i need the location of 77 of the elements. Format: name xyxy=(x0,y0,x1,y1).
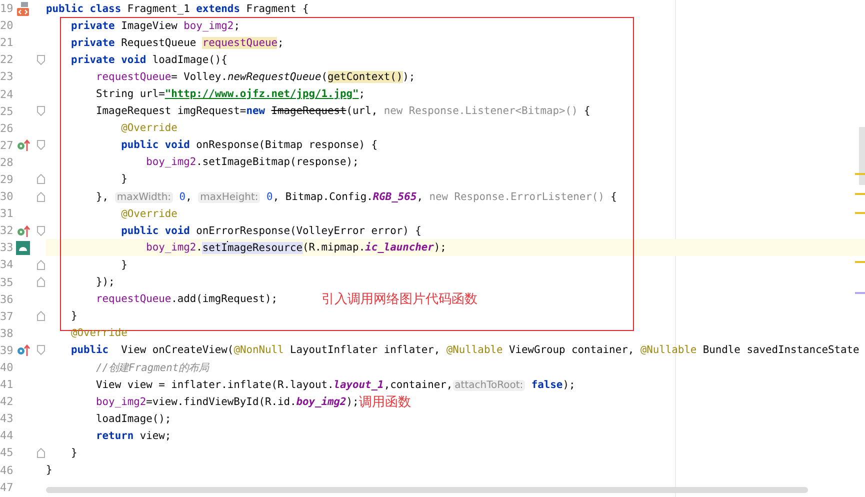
fold-icon[interactable] xyxy=(37,311,45,322)
horizontal-scrollbar[interactable] xyxy=(46,487,808,493)
fold-icon[interactable] xyxy=(37,277,45,288)
line-number: 26 xyxy=(0,122,13,135)
fold-icon[interactable] xyxy=(37,226,45,236)
line-number: 25 xyxy=(0,104,13,118)
line-number: 19 xyxy=(0,2,13,16)
code-line: @Override xyxy=(70,327,128,340)
code-line: return view; xyxy=(95,430,172,442)
code-line: public class Fragment_1 extends Fragment { xyxy=(46,2,309,15)
fold-icon[interactable] xyxy=(37,54,45,65)
fold-icon[interactable] xyxy=(37,106,45,116)
line-number: 32 xyxy=(0,224,13,238)
code-line: } xyxy=(46,464,52,476)
code-line: private void loadImage(){ xyxy=(70,54,228,66)
code-line: //创建Fragment的布局 xyxy=(95,360,209,375)
override-icon[interactable] xyxy=(16,138,30,152)
line-number: 29 xyxy=(0,172,13,186)
code-line: @Override xyxy=(120,208,178,220)
code-line: private RequestQueue requestQueue; xyxy=(70,36,284,49)
code-line: public View onCreateView(@NonNull LayoutInflater inflater, @Nullable ViewGroup container, @Nullable Bundle savedInstanceState xyxy=(70,344,860,356)
line-number: 47 xyxy=(0,480,13,494)
line-number: 23 xyxy=(0,70,13,84)
fold-icon[interactable] xyxy=(37,345,45,356)
line-number: 27 xyxy=(0,138,13,152)
fold-icon[interactable] xyxy=(37,174,45,184)
line-number: 24 xyxy=(0,88,13,101)
line-number: 37 xyxy=(0,310,13,323)
line-number: 34 xyxy=(0,258,13,272)
line-number: 31 xyxy=(0,207,13,220)
line-number: 41 xyxy=(0,378,13,392)
code-line: }); xyxy=(95,276,115,288)
annotation-note: 调用函数 xyxy=(358,394,411,411)
class-icon[interactable] xyxy=(16,2,30,16)
code-line: ImageRequest imgRequest=new ImageRequest(url, new Response.Listener<Bitmap>() { xyxy=(95,105,590,118)
code-line: public void onResponse(Bitmap response) { xyxy=(120,139,378,152)
code-line: } xyxy=(120,258,128,271)
implements-icon[interactable] xyxy=(16,343,30,358)
code-line: loadImage(); xyxy=(95,412,172,425)
line-number: 21 xyxy=(0,36,13,50)
override-icon[interactable] xyxy=(16,224,30,238)
code-line: boy_img2.setImageBitmap(response); xyxy=(145,156,359,168)
line-number: 42 xyxy=(0,395,13,408)
annotation-note: 引入调用网络图片代码函数 xyxy=(321,291,478,308)
code-line: }, maxWidth: 0, maxHeight: 0, Bitmap.Config.RGB_565, new Response.ErrorListener() { xyxy=(95,190,617,203)
code-line: String url="http://www.ojfz.net/jpg/1.jpg"; xyxy=(95,88,366,100)
fold-icon[interactable] xyxy=(37,260,45,270)
code-line: boy_img2.setImageResource(R.mipmap.ic_launcher); xyxy=(145,241,446,254)
line-number: 40 xyxy=(0,361,13,374)
vertical-scrollbar[interactable] xyxy=(859,127,865,185)
code-line: } xyxy=(70,446,78,459)
code-line: private ImageView boy_img2; xyxy=(70,20,240,32)
line-number: 44 xyxy=(0,429,13,442)
line-number: 30 xyxy=(0,190,13,204)
line-number: 36 xyxy=(0,292,13,306)
code-line: View view = inflater.inflate(R.layout.layout_1,container, attachToRoot: false); xyxy=(95,378,576,391)
line-number: 39 xyxy=(0,344,13,357)
line-number: 45 xyxy=(0,446,13,460)
line-number: 43 xyxy=(0,412,13,426)
line-number: 46 xyxy=(0,464,13,477)
line-number: 35 xyxy=(0,276,13,289)
line-number: 22 xyxy=(0,53,13,66)
line-number: 33 xyxy=(0,241,13,254)
fold-icon[interactable] xyxy=(37,448,45,458)
fold-icon[interactable] xyxy=(37,192,45,202)
code-line: public void onErrorResponse(VolleyError error) { xyxy=(120,224,422,237)
code-line: requestQueue= Volley.newRequestQueue(getContext()); xyxy=(95,70,416,83)
line-number: 28 xyxy=(0,156,13,169)
code-line: requestQueue.add(imgRequest); xyxy=(95,293,278,306)
line-number: 20 xyxy=(0,19,13,32)
line-number: 38 xyxy=(0,326,13,340)
code-line: boy_img2=view.findViewById(R.id.boy_img2); xyxy=(95,396,359,408)
code-line: @Override xyxy=(120,122,178,134)
code-line: } xyxy=(70,310,78,322)
fold-icon[interactable] xyxy=(37,140,45,150)
android-icon[interactable] xyxy=(16,240,30,255)
code-line: } xyxy=(120,173,128,186)
